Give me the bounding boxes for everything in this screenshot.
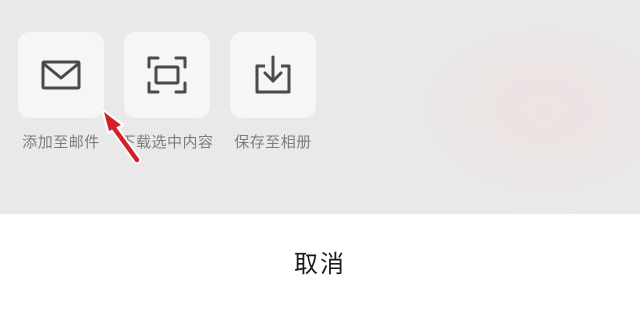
- add-to-mail-label: 添加至邮件: [22, 133, 100, 151]
- add-to-mail-button[interactable]: [18, 32, 104, 118]
- download-selection-button[interactable]: [124, 32, 210, 118]
- blurred-background: [400, 10, 640, 210]
- save-to-album-button[interactable]: [230, 32, 316, 118]
- download-selection-action[interactable]: 下载选中内容: [120, 32, 213, 151]
- mail-icon: [41, 60, 81, 90]
- download-tray-icon: [255, 55, 291, 94]
- red-arrow-pointer-icon: [102, 110, 141, 164]
- cancel-label: 取消: [294, 250, 346, 278]
- scan-frame-icon: [147, 56, 187, 94]
- cancel-button[interactable]: 取消: [0, 214, 640, 321]
- add-to-mail-action[interactable]: 添加至邮件: [18, 32, 104, 151]
- share-sheet: 添加至邮件 下载选中内容 保存至相册 取消: [0, 0, 640, 321]
- share-actions-panel: 添加至邮件 下载选中内容 保存至相册: [0, 0, 640, 214]
- save-to-album-action[interactable]: 保存至相册: [230, 32, 316, 151]
- save-to-album-label: 保存至相册: [234, 133, 312, 151]
